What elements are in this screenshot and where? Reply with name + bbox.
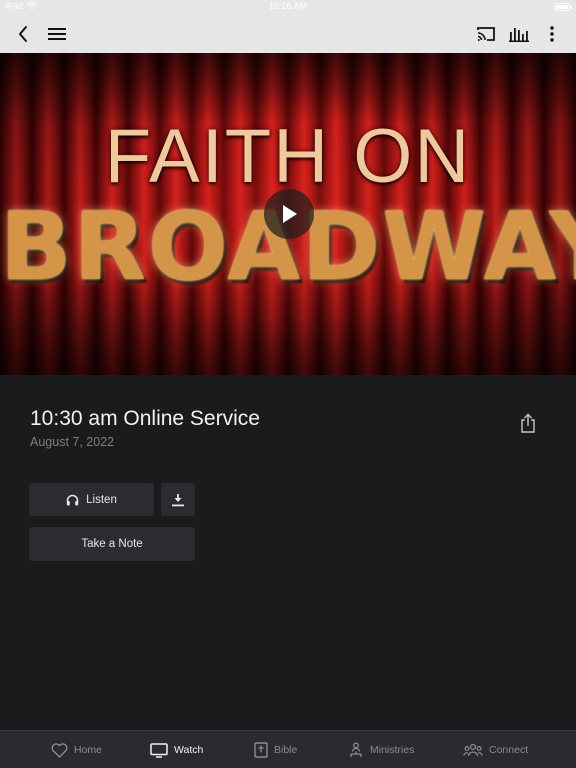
hamburger-icon bbox=[48, 27, 66, 40]
download-icon bbox=[172, 493, 184, 506]
navigation-bar bbox=[0, 14, 576, 53]
listen-button[interactable]: Listen bbox=[29, 483, 154, 516]
sermon-date: August 7, 2022 bbox=[30, 435, 115, 449]
tab-ministries-label: Ministries bbox=[370, 744, 415, 756]
heart-icon bbox=[51, 742, 68, 758]
equalizer-icon bbox=[509, 27, 529, 42]
hero-title-line1: FAITH ON bbox=[104, 114, 472, 199]
tab-home[interactable]: Home bbox=[51, 731, 102, 768]
download-button[interactable] bbox=[161, 483, 195, 516]
tab-home-label: Home bbox=[74, 744, 103, 756]
video-thumbnail[interactable]: FAITH ON BROADWAY bbox=[0, 53, 576, 375]
back-button[interactable] bbox=[5, 14, 41, 53]
status-bar: iPad 10:26 AM bbox=[0, 0, 576, 14]
battery-icon bbox=[554, 3, 572, 11]
tab-watch-label: Watch bbox=[174, 744, 204, 756]
more-vertical-icon bbox=[550, 25, 554, 42]
tab-watch[interactable]: Watch bbox=[150, 731, 203, 768]
play-icon bbox=[283, 205, 297, 223]
status-time: 10:26 AM bbox=[268, 1, 308, 11]
tab-connect[interactable]: Connect bbox=[463, 731, 528, 768]
tv-icon bbox=[150, 742, 168, 758]
listen-label: Listen bbox=[86, 493, 117, 506]
group-icon bbox=[463, 743, 483, 757]
play-button[interactable] bbox=[264, 189, 314, 239]
tab-bible[interactable]: Bible bbox=[254, 731, 297, 768]
sermon-title: 10:30 am Online Service bbox=[30, 407, 260, 430]
tab-connect-label: Connect bbox=[489, 744, 529, 756]
menu-button[interactable] bbox=[39, 14, 75, 53]
people-icon bbox=[350, 742, 362, 757]
tab-ministries[interactable]: Ministries bbox=[348, 731, 414, 768]
bible-icon bbox=[254, 742, 268, 758]
headphones-icon bbox=[66, 494, 79, 505]
share-button[interactable] bbox=[515, 410, 541, 436]
more-button[interactable] bbox=[534, 14, 570, 53]
take-note-button[interactable]: Take a Note bbox=[29, 527, 195, 561]
chevron-left-icon bbox=[19, 25, 27, 42]
tab-bar: Home Watch Bible Ministries Connect bbox=[0, 730, 576, 768]
cast-button[interactable] bbox=[468, 14, 504, 53]
cast-icon bbox=[477, 26, 495, 41]
tab-bible-label: Bible bbox=[274, 744, 298, 756]
audio-button[interactable] bbox=[501, 14, 537, 53]
share-icon bbox=[521, 413, 535, 433]
watch-detail-screen: iPad 10:26 AM FAITH ON BROADWAY 10:30 am… bbox=[0, 0, 576, 768]
